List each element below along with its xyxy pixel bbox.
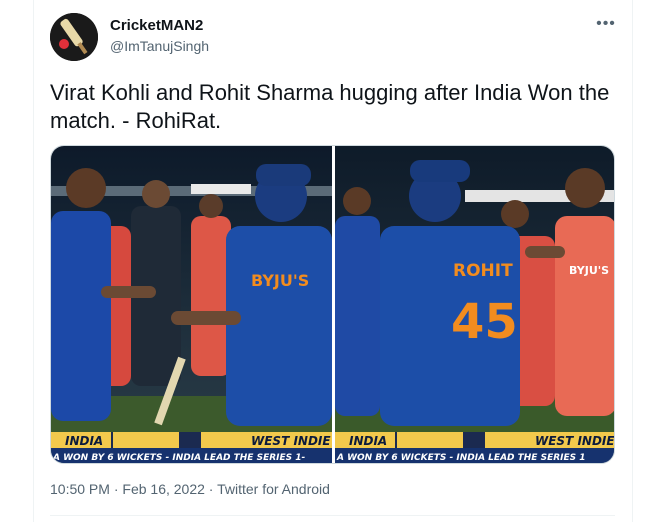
tweet-source[interactable]: Twitter for Android [217, 481, 330, 497]
more-options-icon[interactable]: ••• [593, 16, 619, 36]
photo-left[interactable]: BYJU'S INDIA WEST INDIE A WON BY 6 WICKE… [51, 146, 332, 463]
divider [50, 515, 615, 516]
scorebar-team-right-right-photo: WEST INDIE [535, 434, 615, 448]
tweet-meta: 10:50 PM · Feb 16, 2022 · Twitter for An… [50, 481, 330, 497]
sponsor-text-right: BYJU'S [569, 264, 609, 277]
score-ticker-right-photo: A WON BY 6 WICKETS - INDIA LEAD THE SERI… [336, 453, 586, 463]
celebration-photo-right: ROHIT 45 BYJU'S INDIA WEST INDIE A WON B… [335, 146, 615, 463]
sponsor-text: BYJU'S [251, 271, 309, 290]
scorebar-team-left: INDIA [65, 434, 103, 448]
author-display-name[interactable]: CricketMAN2 [110, 17, 203, 34]
scorebar-team-right: WEST INDIE [251, 434, 331, 448]
cricket-bat-ball-icon [50, 13, 98, 61]
card-border-right [632, 0, 633, 522]
jersey-number: 45 [451, 294, 518, 350]
photo-right[interactable]: ROHIT 45 BYJU'S INDIA WEST INDIE A WON B… [335, 146, 615, 463]
scorebar-team-left-right-photo: INDIA [349, 434, 387, 448]
tweet-media[interactable]: BYJU'S INDIA WEST INDIE A WON BY 6 WICKE… [50, 145, 615, 464]
card-border-left [33, 0, 34, 522]
tweet-date[interactable]: Feb 16, 2022 [122, 481, 205, 497]
tweet-text: Virat Kohli and Rohit Sharma hugging aft… [50, 80, 610, 133]
celebration-photo-left: BYJU'S INDIA WEST INDIE A WON BY 6 WICKE… [51, 146, 332, 463]
score-ticker: A WON BY 6 WICKETS - INDIA LEAD THE SERI… [52, 453, 306, 463]
author-handle[interactable]: @ImTanujSingh [110, 38, 209, 54]
jersey-name: ROHIT [453, 261, 513, 281]
avatar[interactable] [50, 13, 98, 61]
meta-separator-2: · [208, 481, 214, 497]
tweet-time[interactable]: 10:50 PM [50, 481, 110, 497]
meta-separator: · [113, 481, 119, 497]
